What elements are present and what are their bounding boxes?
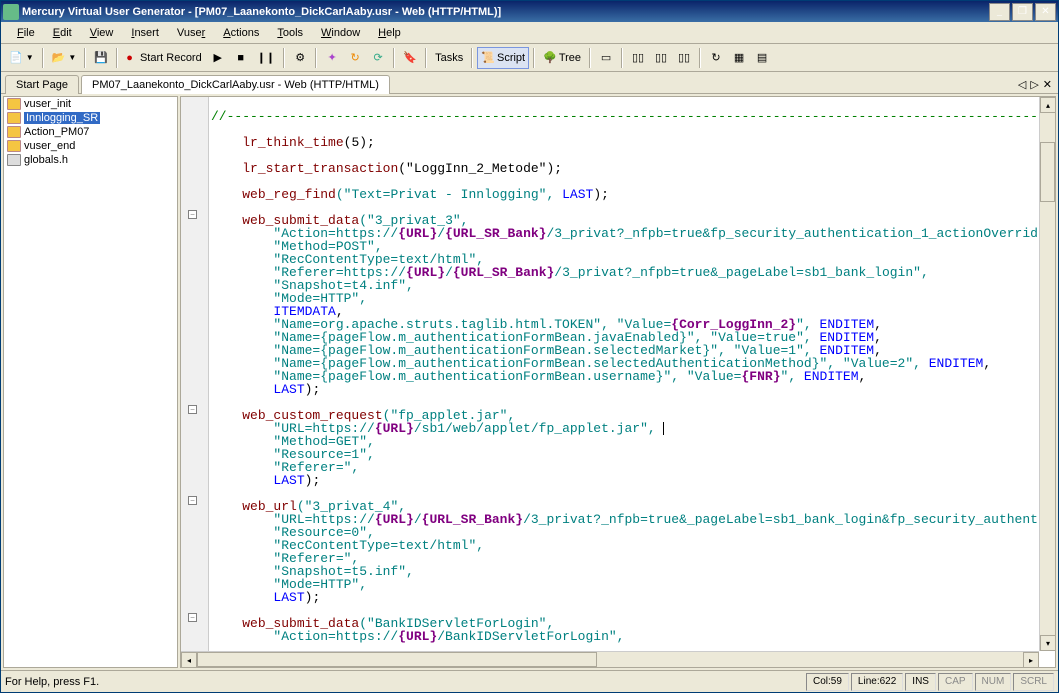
app-icon	[3, 4, 19, 20]
stop-button[interactable]: ■	[230, 47, 252, 69]
script-icon	[7, 126, 21, 138]
tool1-button[interactable]: ✦	[321, 47, 343, 69]
record-button[interactable]: ● Start Record	[122, 47, 205, 69]
tree-innlogging-sr[interactable]: Innlogging_SR	[4, 111, 177, 125]
fold-icon[interactable]: −	[188, 210, 197, 219]
win3-button[interactable]: ▯▯	[650, 47, 672, 69]
fold-icon[interactable]: −	[188, 496, 197, 505]
horizontal-scrollbar[interactable]: ◂ ▸	[181, 651, 1039, 667]
window-title: Mercury Virtual User Generator - [PM07_L…	[22, 6, 989, 18]
new-button[interactable]: 📄▼	[5, 47, 38, 69]
status-help: For Help, press F1.	[5, 676, 99, 688]
menu-bar: File Edit View Insert Vuser Actions Tool…	[1, 22, 1058, 44]
document-tabs: Start Page PM07_Laanekonto_DickCarlAaby.…	[1, 72, 1058, 94]
action-tree[interactable]: vuser_init Innlogging_SR Action_PM07 vus…	[3, 96, 178, 668]
script-icon	[7, 112, 21, 124]
status-num: NUM	[975, 673, 1012, 691]
status-line: Line:622	[851, 673, 903, 691]
toolbar: 📄▼ 📂▼ 💾 ● Start Record ▶ ■ ❙❙ ⚙ ✦ ↻ ⟳ 🔖 …	[1, 44, 1058, 72]
refresh-button[interactable]: ↻	[705, 47, 727, 69]
status-col: Col:59	[806, 673, 849, 691]
settings-button[interactable]: ⚙	[289, 47, 311, 69]
tab-prev-icon[interactable]: ◁	[1018, 78, 1026, 91]
tab-document[interactable]: PM07_Laanekonto_DickCarlAaby.usr - Web (…	[81, 75, 390, 94]
scroll-right-button[interactable]: ▸	[1023, 652, 1039, 668]
tree-action-pm07[interactable]: Action_PM07	[4, 125, 177, 139]
script-icon	[7, 140, 21, 152]
status-scrl: SCRL	[1013, 673, 1054, 691]
tool2-button[interactable]: ↻	[344, 47, 366, 69]
tab-close-icon[interactable]: ✕	[1043, 78, 1052, 91]
text-cursor	[663, 422, 664, 435]
menu-view[interactable]: View	[82, 25, 122, 41]
win1-button[interactable]: ▭	[595, 47, 617, 69]
tab-next-icon[interactable]: ▷	[1030, 78, 1038, 91]
gutter: − − − −	[181, 97, 209, 651]
tool3-button[interactable]: ⟳	[367, 47, 389, 69]
status-ins: INS	[905, 673, 936, 691]
code-editor[interactable]: − − − − //------------------------------…	[180, 96, 1056, 668]
fold-icon[interactable]: −	[188, 405, 197, 414]
header-icon	[7, 154, 21, 166]
tasks-button[interactable]: Tasks	[431, 47, 467, 69]
win4-button[interactable]: ▯▯	[673, 47, 695, 69]
scroll-down-button[interactable]: ▾	[1040, 635, 1056, 651]
menu-tools[interactable]: Tools	[269, 25, 311, 41]
menu-vuser[interactable]: Vuser	[169, 25, 213, 41]
status-cap: CAP	[938, 673, 973, 691]
menu-actions[interactable]: Actions	[215, 25, 267, 41]
scroll-thumb[interactable]	[1040, 142, 1055, 202]
scroll-left-button[interactable]: ◂	[181, 652, 197, 668]
pause-button[interactable]: ❙❙	[253, 47, 279, 69]
tab-start-page[interactable]: Start Page	[5, 75, 79, 94]
save-button[interactable]: 💾	[90, 47, 112, 69]
tree-vuser-init[interactable]: vuser_init	[4, 97, 177, 111]
titlebar: Mercury Virtual User Generator - [PM07_L…	[1, 1, 1058, 22]
menu-insert[interactable]: Insert	[123, 25, 167, 41]
open-button[interactable]: 📂▼	[48, 47, 81, 69]
fold-icon[interactable]: −	[188, 613, 197, 622]
script-view-button[interactable]: 📜 Script	[477, 47, 529, 69]
scroll-up-button[interactable]: ▴	[1040, 97, 1056, 113]
close-button[interactable]: ✕	[1035, 3, 1056, 21]
menu-edit[interactable]: Edit	[45, 25, 80, 41]
tree-view-button[interactable]: 🌳 Tree	[539, 47, 585, 69]
menu-window[interactable]: Window	[313, 25, 368, 41]
scroll-thumb[interactable]	[197, 652, 597, 667]
tree-vuser-end[interactable]: vuser_end	[4, 139, 177, 153]
status-bar: For Help, press F1. Col:59 Line:622 INS …	[1, 670, 1058, 692]
grid-button[interactable]: ▦	[728, 47, 750, 69]
script-icon	[7, 98, 21, 110]
minimize-button[interactable]: _	[989, 3, 1010, 21]
code-content[interactable]: //--------------------------------------…	[209, 97, 1039, 651]
list-button[interactable]: ▤	[751, 47, 773, 69]
tool4-button[interactable]: 🔖	[399, 47, 421, 69]
vertical-scrollbar[interactable]: ▴ ▾	[1039, 97, 1055, 651]
maximize-button[interactable]: ❐	[1012, 3, 1033, 21]
win2-button[interactable]: ▯▯	[627, 47, 649, 69]
menu-help[interactable]: Help	[370, 25, 409, 41]
play-button[interactable]: ▶	[207, 47, 229, 69]
tree-globals[interactable]: globals.h	[4, 153, 177, 167]
menu-file[interactable]: File	[9, 25, 43, 41]
